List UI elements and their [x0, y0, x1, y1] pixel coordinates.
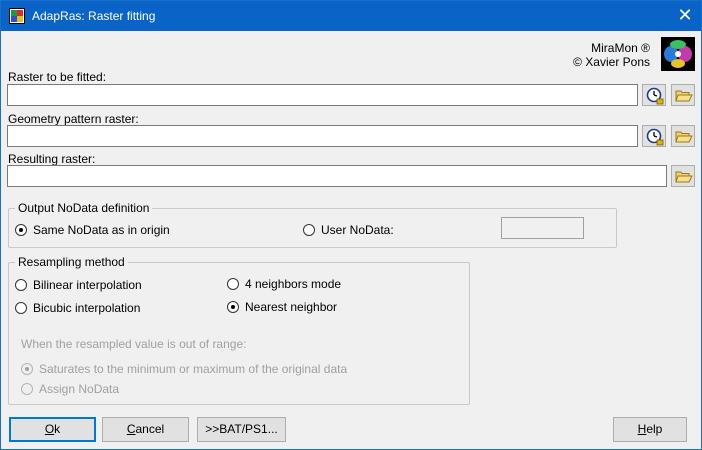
- help-button[interactable]: Help: [613, 417, 687, 442]
- resulting-raster-browse-button[interactable]: [671, 165, 695, 187]
- saturate-label[interactable]: Saturates to the minimum or maximum of t…: [39, 362, 347, 376]
- raster-to-fit-input[interactable]: [7, 84, 638, 106]
- geometry-pattern-browse-button[interactable]: [671, 125, 695, 147]
- close-icon: ✕: [677, 5, 693, 25]
- window-title: AdapRas: Raster fitting: [32, 9, 156, 23]
- radio-dot[interactable]: [15, 302, 27, 314]
- radio-dot[interactable]: [303, 224, 315, 236]
- miramon-logo-icon: [661, 37, 695, 71]
- cancel-button[interactable]: Cancel: [102, 417, 189, 442]
- radio-dot[interactable]: [15, 279, 27, 291]
- nodata-group-legend: Output NoData definition: [15, 201, 153, 215]
- folder-open-icon: [675, 90, 693, 102]
- metadata-clock-icon: [646, 128, 664, 146]
- raster-fitting-dialog: AdapRas: Raster fitting ✕ MiraMon ® © Xa…: [0, 0, 702, 450]
- four-neighbors-label[interactable]: 4 neighbors mode: [245, 277, 341, 291]
- radio-dot[interactable]: [227, 301, 239, 313]
- help-label-suffix: elp: [646, 422, 663, 436]
- geometry-pattern-label: Geometry pattern raster:: [8, 112, 139, 126]
- radio-dot[interactable]: [15, 224, 27, 236]
- app-icon: [9, 8, 25, 24]
- ok-button[interactable]: Ok: [9, 417, 96, 442]
- raster-to-fit-label: Raster to be fitted:: [8, 70, 107, 84]
- out-of-range-label: When the resampled value is out of range…: [21, 337, 247, 351]
- same-nodata-label[interactable]: Same NoData as in origin: [33, 223, 170, 237]
- folder-open-icon: [675, 131, 693, 143]
- close-button[interactable]: ✕: [669, 1, 701, 31]
- brand-credit: MiraMon ® © Xavier Pons: [573, 41, 650, 69]
- title-bar[interactable]: AdapRas: Raster fitting ✕: [1, 1, 701, 31]
- metadata-clock-icon: [646, 87, 664, 105]
- cancel-label-suffix: ancel: [135, 422, 165, 436]
- bicubic-label[interactable]: Bicubic interpolation: [33, 301, 140, 315]
- user-nodata-label[interactable]: User NoData:: [321, 223, 394, 237]
- geometry-pattern-metadata-button[interactable]: [642, 125, 666, 147]
- resulting-raster-input[interactable]: [7, 165, 667, 187]
- radio-dot[interactable]: [21, 383, 33, 395]
- brand-name: MiraMon ®: [591, 41, 650, 55]
- nearest-neighbor-label[interactable]: Nearest neighbor: [245, 300, 337, 314]
- ok-label-suffix: k: [54, 422, 61, 436]
- ok-label-mnemonic: O: [44, 422, 55, 436]
- raster-to-fit-browse-button[interactable]: [671, 84, 695, 106]
- geometry-pattern-input[interactable]: [7, 125, 638, 147]
- raster-to-fit-metadata-button[interactable]: [642, 84, 666, 106]
- radio-dot[interactable]: [227, 278, 239, 290]
- folder-open-icon: [675, 171, 693, 183]
- brand-author: © Xavier Pons: [573, 55, 650, 69]
- radio-dot[interactable]: [21, 363, 33, 375]
- resampling-group-legend: Resampling method: [15, 255, 128, 269]
- assign-nodata-label[interactable]: Assign NoData: [39, 382, 119, 396]
- resulting-raster-label: Resulting raster:: [8, 152, 96, 166]
- user-nodata-value: [501, 217, 584, 239]
- bat-ps1-button[interactable]: >>BAT/PS1...: [197, 417, 286, 442]
- bilinear-label[interactable]: Bilinear interpolation: [33, 278, 142, 292]
